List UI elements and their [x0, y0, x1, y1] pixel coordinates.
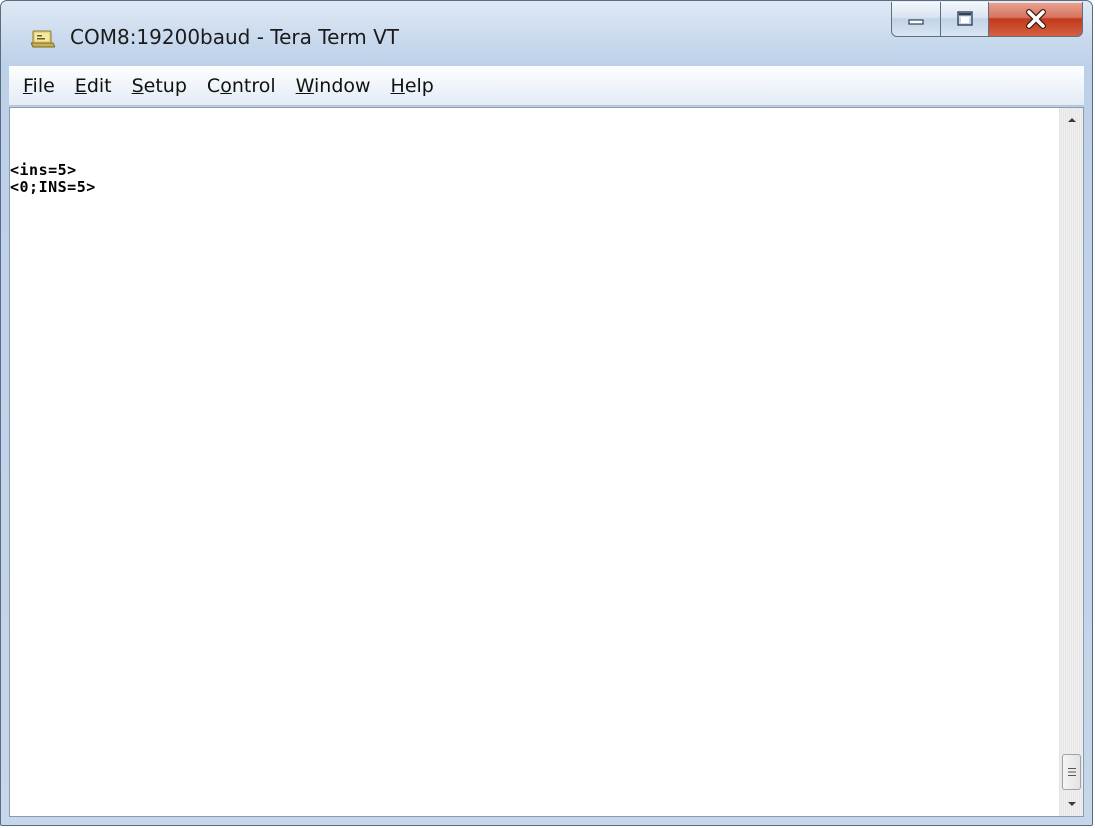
- scroll-thumb[interactable]: [1062, 754, 1081, 790]
- terminal-output: <ins=5> <0;INS=5>: [10, 162, 96, 196]
- tera-term-icon[interactable]: [30, 27, 56, 49]
- caption-buttons: [891, 2, 1083, 38]
- menu-bar: File Edit Setup Control Window Help: [9, 66, 1084, 106]
- terminal-line: <ins=5>: [10, 161, 77, 179]
- minimize-button[interactable]: [891, 2, 941, 37]
- vertical-scrollbar[interactable]: [1059, 108, 1083, 816]
- menu-setup-rest: etup: [143, 74, 187, 97]
- menu-edit-rest: dit: [86, 74, 112, 97]
- menu-control-rest: ntrol: [231, 74, 276, 97]
- terminal-screen[interactable]: <ins=5> <0;INS=5>: [10, 108, 1059, 816]
- menu-window[interactable]: Window: [286, 71, 381, 101]
- menu-setup[interactable]: Setup: [122, 71, 197, 101]
- scroll-up-button[interactable]: [1060, 108, 1083, 132]
- menu-setup-mnemonic: S: [131, 74, 144, 97]
- app-window: COM8:19200baud - Tera Term VT File Edit …: [0, 0, 1093, 826]
- terminal-line: <0;INS=5>: [10, 178, 96, 196]
- menu-file[interactable]: File: [13, 71, 65, 101]
- window-title: COM8:19200baud - Tera Term VT: [70, 25, 399, 49]
- menu-help-mnemonic: H: [390, 74, 405, 97]
- menu-window-mnemonic: W: [295, 74, 314, 97]
- menu-control[interactable]: Control: [197, 71, 286, 101]
- scroll-grip-icon: [1067, 768, 1076, 776]
- menu-edit-mnemonic: E: [74, 74, 87, 97]
- menu-help-rest: elp: [404, 74, 434, 97]
- scroll-up-arrow-icon: [1067, 118, 1076, 122]
- menu-file-mnemonic: F: [23, 74, 33, 97]
- menu-control-mnemonic: o: [220, 74, 232, 97]
- client-area: <ins=5> <0;INS=5>: [9, 107, 1084, 817]
- close-icon: [1025, 9, 1046, 29]
- scroll-down-arrow-icon: [1067, 802, 1076, 806]
- menu-window-rest: indow: [314, 74, 371, 97]
- scroll-down-button[interactable]: [1060, 792, 1083, 816]
- menu-edit[interactable]: Edit: [65, 71, 122, 101]
- maximize-icon: [956, 11, 973, 26]
- title-bar[interactable]: COM8:19200baud - Tera Term VT: [1, 1, 1092, 65]
- menu-control-prefix: C: [206, 74, 221, 97]
- menu-file-rest: ile: [32, 74, 55, 97]
- minimize-icon: [908, 19, 924, 25]
- menu-help[interactable]: Help: [381, 71, 444, 101]
- maximize-button[interactable]: [941, 2, 989, 37]
- close-button[interactable]: [989, 2, 1083, 37]
